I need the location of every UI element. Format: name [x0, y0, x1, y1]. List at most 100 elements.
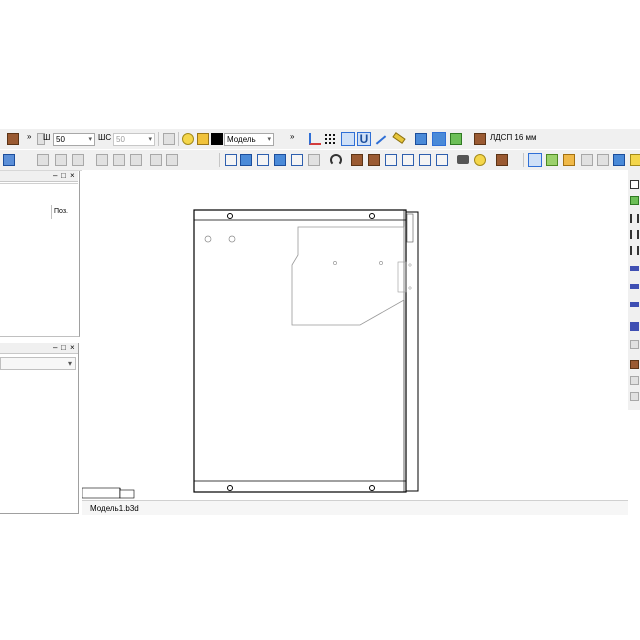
disabled-tool-icon [150, 154, 162, 166]
small-hole [408, 286, 412, 290]
wireframe-icon[interactable] [402, 154, 414, 166]
toolbar-row-2 [0, 150, 640, 171]
render-icon[interactable] [368, 154, 380, 166]
cabinet-side-panel [405, 211, 419, 492]
wireframe-icon[interactable] [385, 154, 397, 166]
inner-panel-cutout [291, 226, 405, 326]
separator [523, 153, 524, 167]
object-list-panel: – □ × Поз. [0, 171, 80, 337]
line-tool-icon[interactable] [375, 135, 387, 145]
width-value: 50 [56, 135, 65, 144]
grid-icon[interactable] [563, 154, 575, 166]
lamp-icon[interactable] [474, 154, 486, 166]
camera-icon[interactable] [457, 155, 469, 164]
view-icon[interactable] [415, 133, 427, 145]
lock-icon[interactable] [197, 133, 209, 145]
wireframe-icon[interactable] [419, 154, 431, 166]
cube-view-icon[interactable] [274, 154, 286, 166]
layers-icon[interactable] [163, 133, 175, 145]
disabled-tool-icon [55, 154, 67, 166]
cabinet-side-notch [406, 213, 414, 243]
drawing-canvas[interactable] [82, 170, 628, 500]
depth-combo[interactable]: 50 ▾ [113, 133, 155, 146]
width-combo[interactable]: 50 ▾ [53, 133, 95, 146]
layer-color-swatch[interactable] [211, 133, 223, 145]
cube-view-icon[interactable] [225, 154, 237, 166]
right-toolbar [628, 170, 640, 410]
position-column-header[interactable]: Поз. [54, 208, 68, 215]
dimension-icon[interactable] [630, 246, 639, 255]
disabled-tool-icon [37, 154, 49, 166]
rotate-icon[interactable] [330, 154, 342, 166]
separator [219, 153, 220, 167]
document-tab-bar: Модель1.b3d [82, 500, 628, 515]
select-icon[interactable] [528, 153, 542, 167]
chevron-down-icon: ▾ [88, 136, 92, 143]
toolbar-overflow-left[interactable]: » [27, 132, 31, 142]
grid-snap-icon[interactable] [324, 133, 336, 145]
wireframe-icon[interactable] [436, 154, 448, 166]
shelf-icon[interactable] [630, 266, 639, 271]
shelf-icon[interactable] [630, 302, 639, 307]
zoom-icon[interactable] [432, 132, 446, 146]
chevron-down-icon: ▾ [267, 136, 271, 143]
shelf-hole [204, 235, 212, 243]
magnet-icon[interactable]: U [357, 132, 371, 146]
shelf-icon[interactable] [630, 284, 639, 289]
cube-view-icon[interactable] [308, 154, 320, 166]
pencil-icon[interactable] [3, 154, 15, 166]
cabinet-outline [193, 209, 407, 493]
column-separator [51, 205, 52, 219]
disabled-tool-icon [113, 154, 125, 166]
lamp-icon[interactable] [630, 154, 640, 166]
dimension-icon[interactable] [630, 214, 639, 223]
small-hole [408, 263, 412, 267]
hole [227, 213, 233, 219]
chevron-down-icon: ▾ [67, 359, 72, 368]
shelf-icon[interactable] [630, 322, 639, 331]
disabled-tool-icon [166, 154, 178, 166]
cabinet-icon[interactable] [7, 133, 19, 145]
cube-view-icon[interactable] [240, 154, 252, 166]
minimize-button[interactable]: – [53, 171, 57, 181]
panel-add-icon[interactable] [630, 196, 639, 205]
dimension-icon[interactable] [630, 230, 639, 239]
cube-view-icon[interactable] [257, 154, 269, 166]
cube-view-icon[interactable] [291, 154, 303, 166]
lamp-icon[interactable] [182, 133, 194, 145]
material-label[interactable]: ЛДСП 16 мм [490, 133, 537, 143]
hole [369, 213, 375, 219]
document-tab[interactable]: Модель1.b3d [90, 504, 139, 513]
maximize-button[interactable]: □ [61, 171, 66, 181]
toolbar-overflow-middle[interactable]: » [290, 132, 294, 142]
disabled-tool-icon [96, 154, 108, 166]
drawing-svg[interactable] [82, 170, 628, 500]
panel-icon[interactable] [613, 154, 625, 166]
maximize-button[interactable]: □ [61, 343, 66, 353]
render-icon[interactable] [351, 154, 363, 166]
panel-titlebar: – □ × [0, 171, 78, 182]
edit-icon[interactable] [546, 154, 558, 166]
close-button[interactable]: × [70, 343, 75, 353]
panel-icon[interactable] [597, 154, 609, 166]
box-icon[interactable] [630, 360, 639, 369]
hinge-slot [397, 261, 407, 293]
axis-marker [82, 487, 121, 499]
chevron-down-icon: ▾ [148, 136, 152, 143]
frame-icon[interactable] [630, 180, 639, 189]
panel-titlebar: – □ × [0, 343, 78, 354]
close-button[interactable]: × [70, 171, 75, 181]
hole [369, 485, 375, 491]
panel-icon[interactable] [581, 154, 593, 166]
copy-icon[interactable] [450, 133, 462, 145]
properties-dropdown[interactable]: ▾ [0, 357, 76, 370]
material-icon[interactable] [496, 154, 508, 166]
snap-corner-icon[interactable] [341, 132, 355, 146]
material-icon[interactable] [474, 133, 486, 145]
separator [158, 132, 159, 146]
minimize-button[interactable]: – [53, 343, 57, 353]
axis-icon[interactable] [309, 133, 321, 145]
layer-value: Модель [227, 135, 256, 144]
ruler-icon[interactable] [392, 132, 406, 144]
layer-combo[interactable]: Модель ▾ [224, 133, 274, 146]
